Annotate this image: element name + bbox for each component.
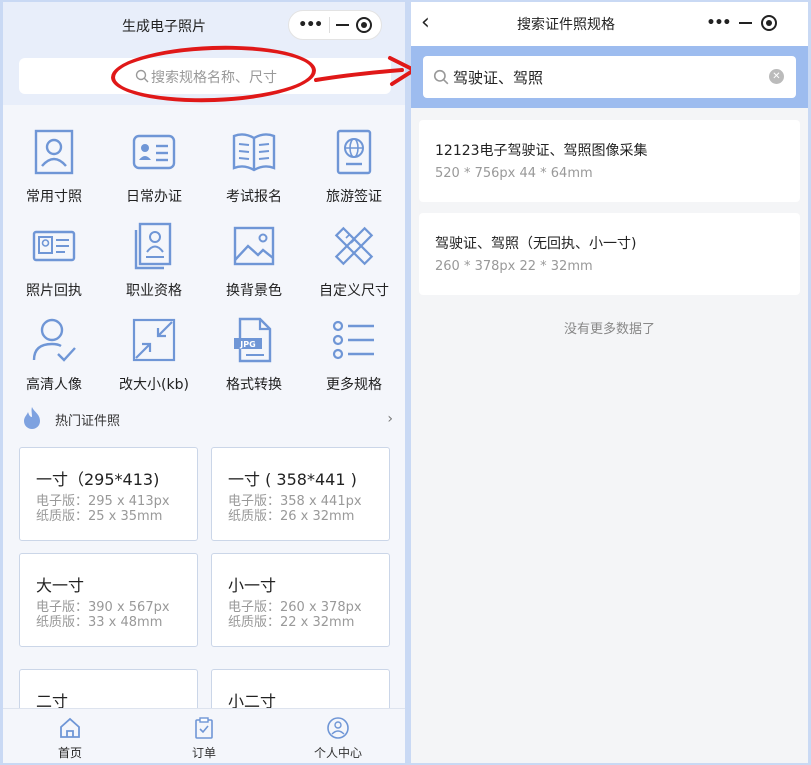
category-label: 自定义尺寸	[319, 283, 389, 299]
spec-card-digital: 电子版：390 x 567px	[36, 600, 170, 615]
category-item[interactable]: 常用寸照	[4, 128, 104, 206]
hot-section-label: 热门证件照	[55, 414, 121, 429]
category-label: 常用寸照	[26, 189, 82, 205]
category-label: 换背景色	[226, 283, 282, 299]
tab-orders[interactable]: 订单	[137, 717, 271, 761]
capsule-divider	[328, 17, 330, 33]
category-item[interactable]: 高清人像	[4, 316, 104, 394]
image-icon	[233, 226, 275, 266]
chevron-right-icon[interactable]: ›	[387, 411, 393, 427]
spec-card-paper: 纸质版：33 x 48mm	[36, 615, 163, 630]
tab-label: 首页	[57, 746, 82, 760]
category-item[interactable]: 日常办证	[104, 128, 204, 206]
search-input[interactable]: 驾驶证、驾照 ✕	[423, 56, 796, 98]
user-center-icon	[327, 717, 349, 739]
portrait-icon	[34, 129, 74, 175]
spec-card-digital: 电子版：295 x 413px	[36, 494, 170, 509]
spec-card-digital: 电子版：260 x 378px	[228, 600, 362, 615]
home-icon	[60, 717, 80, 738]
spec-card-title: 大一寸	[36, 576, 85, 595]
spec-card-title: 一寸（295*413)	[36, 470, 160, 489]
category-label: 职业资格	[126, 283, 182, 299]
id-card-icon	[132, 134, 176, 170]
category-item[interactable]: 自定义尺寸	[304, 222, 404, 300]
category-label: 格式转换	[226, 377, 282, 393]
search-bar-band: 驾驶证、驾照 ✕	[411, 46, 808, 108]
close-target-icon[interactable]	[355, 17, 372, 33]
search-result-item[interactable]: 驾驶证、驾照（无回执、小一寸) 260 * 378px 22 * 32mm	[419, 213, 800, 295]
category-label: 考试报名	[226, 189, 282, 205]
passport-icon	[336, 129, 372, 175]
search-value: 驾驶证、驾照	[453, 69, 544, 87]
compress-icon	[132, 318, 176, 362]
minimize-icon[interactable]	[336, 24, 350, 26]
category-item[interactable]: 考试报名	[204, 128, 304, 206]
book-icon	[232, 133, 276, 172]
spec-card-paper: 纸质版：22 x 32mm	[228, 615, 355, 630]
tab-profile[interactable]: 个人中心	[271, 717, 405, 761]
flame-icon	[24, 407, 40, 429]
jpg-file-icon: JPG	[234, 317, 272, 363]
category-item[interactable]: 改大小(kb)	[104, 316, 204, 394]
page-title: 生成电子照片	[122, 19, 206, 35]
category-label: 旅游签证	[326, 189, 382, 205]
spec-card-paper: 纸质版：26 x 32mm	[228, 509, 355, 524]
nav-bar: ‹ 搜索证件照规格 •••	[411, 2, 808, 46]
category-item[interactable]: 更多规格	[304, 316, 404, 394]
more-dots-icon[interactable]: •••	[707, 15, 732, 31]
search-icon	[433, 69, 449, 85]
category-item[interactable]: 照片回执	[4, 222, 104, 300]
category-label: 更多规格	[326, 377, 382, 393]
spec-card[interactable]: 一寸 ( 358*441 ) 电子版：358 x 441px 纸质版：26 x …	[211, 447, 390, 541]
svg-text:JPG: JPG	[239, 340, 255, 349]
miniprogram-capsule: •••	[695, 8, 789, 38]
result-title: 12123电子驾驶证、驾照图像采集	[435, 143, 648, 159]
spec-card-title: 一寸 ( 358*441 )	[228, 470, 357, 489]
bottom-tab-bar: 首页 订单 个人中心	[3, 708, 405, 763]
close-target-icon[interactable]	[761, 15, 778, 31]
category-item[interactable]: 旅游签证	[304, 128, 404, 206]
search-result-item[interactable]: 12123电子驾驶证、驾照图像采集 520 * 756px 44 * 64mm	[419, 120, 800, 202]
tab-home[interactable]: 首页	[3, 717, 137, 761]
spec-card-paper: 纸质版：25 x 35mm	[36, 509, 163, 524]
spec-card-digital: 电子版：358 x 441px	[228, 494, 362, 509]
category-item[interactable]: JPG 格式转换	[204, 316, 304, 394]
result-title: 驾驶证、驾照（无回执、小一寸)	[435, 236, 637, 252]
home-screen: 生成电子照片 ••• 搜索规格名称、尺寸 常用寸照 日常办证 考试报名 旅游签证…	[3, 2, 405, 763]
certificate-icon	[134, 222, 172, 270]
category-label: 照片回执	[26, 283, 82, 299]
category-label: 高清人像	[26, 377, 82, 393]
receipt-card-icon	[32, 230, 76, 262]
hot-section-header[interactable]: 热门证件照 ›	[21, 406, 393, 432]
result-size: 260 * 378px 22 * 32mm	[435, 259, 593, 274]
order-clipboard-icon	[195, 717, 213, 739]
miniprogram-capsule: •••	[288, 10, 382, 40]
category-item[interactable]: 职业资格	[104, 222, 204, 300]
spec-card[interactable]: 大一寸 电子版：390 x 567px 纸质版：33 x 48mm	[19, 553, 198, 647]
spec-card-title: 小一寸	[228, 576, 277, 595]
ruler-pencil-icon	[334, 226, 374, 266]
tab-label: 订单	[191, 746, 216, 760]
spec-card[interactable]: 一寸（295*413) 电子版：295 x 413px 纸质版：25 x 35m…	[19, 447, 198, 541]
more-dots-icon[interactable]: •••	[298, 17, 323, 33]
no-more-data-text: 没有更多数据了	[563, 322, 655, 337]
clear-icon[interactable]: ✕	[769, 69, 784, 84]
category-label: 日常办证	[126, 189, 182, 205]
page-title: 搜索证件照规格	[517, 17, 615, 33]
annotation-red-arrow	[314, 56, 416, 86]
search-screen: ‹ 搜索证件照规格 ••• 驾驶证、驾照 ✕ 12123电子驾驶证、驾照图像采集…	[411, 2, 808, 763]
category-item[interactable]: 换背景色	[204, 222, 304, 300]
category-label: 改大小(kb)	[119, 377, 189, 393]
spec-card[interactable]: 小一寸 电子版：260 x 378px 纸质版：22 x 32mm	[211, 553, 390, 647]
minimize-icon[interactable]	[739, 22, 753, 24]
person-check-icon	[32, 318, 76, 362]
tab-label: 个人中心	[313, 746, 362, 760]
result-size: 520 * 756px 44 * 64mm	[435, 166, 593, 181]
list-icon	[332, 320, 374, 360]
